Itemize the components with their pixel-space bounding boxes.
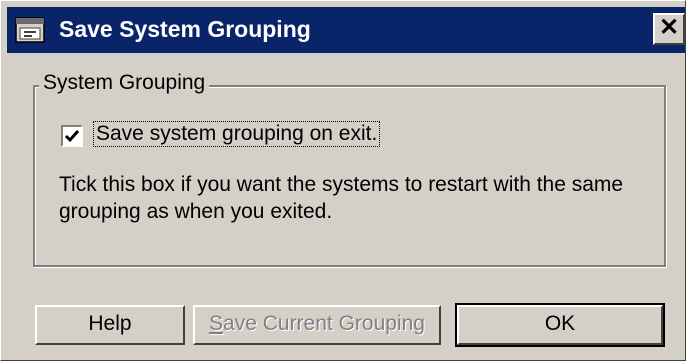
title-bar[interactable]: Save System Grouping ✕ bbox=[7, 7, 685, 53]
ok-button-label: OK bbox=[544, 312, 576, 335]
dialog-window: Save System Grouping ✕ System Grouping S… bbox=[0, 0, 686, 361]
groupbox-legend: System Grouping bbox=[39, 71, 210, 95]
close-icon: ✕ bbox=[658, 14, 680, 41]
help-button-label: Help bbox=[88, 312, 132, 335]
checkmark-icon bbox=[64, 130, 80, 143]
ok-button[interactable]: OK bbox=[455, 303, 665, 347]
save-grouping-checkbox[interactable] bbox=[61, 125, 83, 147]
window-title: Save System Grouping bbox=[59, 16, 311, 42]
help-button[interactable]: Help bbox=[35, 305, 185, 345]
close-button[interactable]: ✕ bbox=[653, 13, 685, 45]
save-current-grouping-label: ave Current Grouping bbox=[223, 312, 425, 335]
save-current-grouping-button[interactable]: Save Current Grouping bbox=[193, 305, 441, 345]
save-current-grouping-mnemonic: S bbox=[209, 312, 224, 335]
window-app-icon[interactable] bbox=[15, 17, 45, 43]
help-text: Tick this box if you want the systems to… bbox=[59, 173, 624, 223]
system-grouping-groupbox: System Grouping Save system grouping on … bbox=[33, 71, 666, 267]
save-grouping-checkbox-label[interactable]: Save system grouping on exit. bbox=[93, 121, 381, 147]
